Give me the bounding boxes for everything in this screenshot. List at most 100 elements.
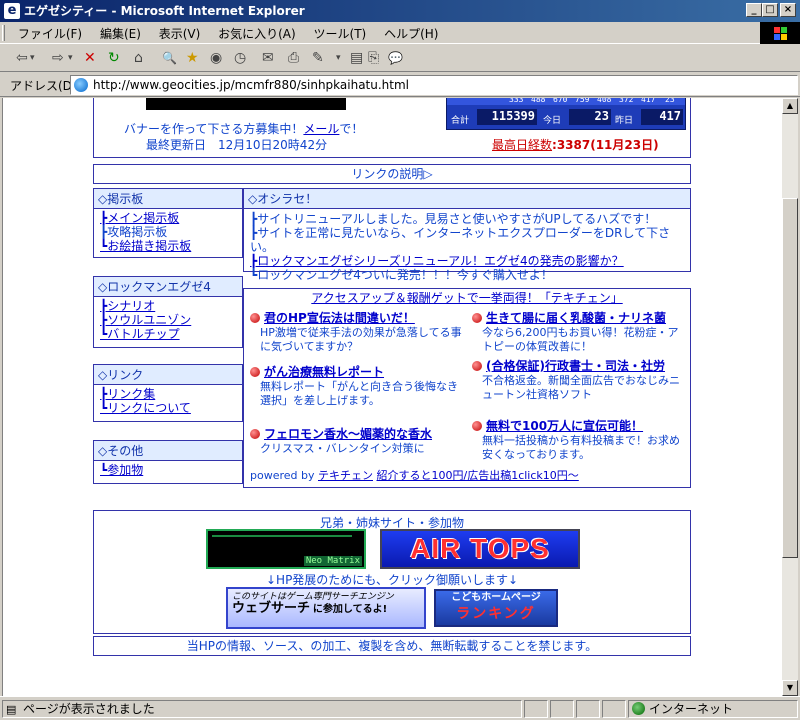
menu-view[interactable]: 表示(V) <box>152 22 208 45</box>
bbs-item-drawing-label: ┗お絵描き掲示板 <box>100 239 192 253</box>
air-tops-label: AIR TOPS <box>410 533 550 564</box>
links-item-about-label: ┗リンクについて <box>100 401 191 415</box>
access-counter: 333 488 670 759 408 372 417 23 合計 115399… <box>446 98 686 130</box>
other-box: ◇その他 ┗参加物 <box>93 440 243 484</box>
refresh-icon[interactable]: ↻ <box>108 48 120 68</box>
exe4-item-soul-unison[interactable]: ┣ソウルユニゾン <box>100 313 236 327</box>
back-icon[interactable]: ⇦ <box>16 48 28 68</box>
menu-favorites[interactable]: お気に入り(A) <box>211 22 303 45</box>
discuss-icon[interactable]: 💬 <box>388 48 403 68</box>
ad-desc: HP激増で従来手法の効果が急落してる事に気づいてますか？ <box>260 326 462 353</box>
vertical-scrollbar[interactable]: ▲ ▼ <box>782 98 798 696</box>
link-desc-bar[interactable]: リンクの説明▷ <box>93 164 691 184</box>
scroll-down-icon[interactable]: ▼ <box>782 680 798 696</box>
title-bar: e エゲゼシティー - Microsoft Internet Explorer … <box>0 0 800 22</box>
bbs-box: ◇掲示板 ┣メイン掲示板 ┣攻略掲示板 ┗お絵描き掲示板 <box>93 188 243 258</box>
counter-graph-row: 333 488 670 759 408 372 417 23 <box>447 98 685 105</box>
news-box: ◇オシラセ！ ┣サイトリニューアルしました。見易さと使いやすさがUPしてるハズで… <box>243 188 691 282</box>
minimize-button[interactable]: _ <box>746 3 762 17</box>
sister-sites-box: 兄弟・姉妹サイト・参加物 Neo Matrix AIR TOPS ↓HP発展のた… <box>93 510 691 634</box>
neo-matrix-banner[interactable]: Neo Matrix <box>206 529 366 569</box>
websearch-line2: ウェブサーチ <box>232 601 311 616</box>
menu-edit[interactable]: 編集(E) <box>93 22 148 45</box>
maximize-button[interactable]: □ <box>762 3 778 17</box>
address-input[interactable]: http://www.geocities.jp/mcmfr880/sinhpka… <box>70 75 798 95</box>
counter-day-6: 372 <box>619 98 634 104</box>
edit-icon[interactable]: ✎ <box>312 48 324 68</box>
status-bar: ▤ ページが表示されました インターネット <box>0 696 800 720</box>
home-icon[interactable]: ⌂ <box>134 48 143 68</box>
total-value: 115399 <box>477 109 537 125</box>
history-icon[interactable]: ◷ <box>234 48 246 68</box>
matrix-line <box>212 535 352 537</box>
research-icon[interactable]: ⎘ <box>368 48 379 68</box>
today-label: 今日 <box>543 116 562 126</box>
websearch-banner[interactable]: このサイトはゲーム専門サーチエンジン ウェブサーチ に参加してるよ! <box>226 587 426 629</box>
ad-title: (合格保証)行政書士・司法・社労 <box>486 359 665 373</box>
other-item-participation[interactable]: ┗参加物 <box>100 463 236 477</box>
exe4-item-scenario[interactable]: ┣シナリオ <box>100 299 236 313</box>
ad-item[interactable]: 生きて腸に届く乳酸菌・ナリネ菌 今なら6,200円もお買い得！花粉症・アトピーの… <box>472 309 686 354</box>
news-item[interactable]: ┣ロックマンエグゼシリーズリニューアル！エグゼ4の発売の影響か？ <box>250 254 684 268</box>
scroll-up-icon[interactable]: ▲ <box>782 98 798 114</box>
address-url: http://www.geocities.jp/mcmfr880/sinhpka… <box>93 78 410 92</box>
mail-icon[interactable]: ✉ <box>262 48 274 68</box>
document-icon[interactable]: ▤ <box>350 48 363 68</box>
stop-icon[interactable]: ✕ <box>84 48 96 68</box>
ads-powered: powered by テキチェン 紹介すると100円/広告出稿1click10円… <box>250 467 579 483</box>
bbs-item-strategy[interactable]: ┣攻略掲示板 <box>100 225 236 239</box>
bbs-item-main[interactable]: ┣メイン掲示板 <box>100 211 236 225</box>
yesterday-label: 昨日 <box>615 116 634 126</box>
counter-day-8: 23 <box>665 98 675 104</box>
ie-logo-icon: e <box>4 3 20 19</box>
powered-link[interactable]: テキチェン <box>318 469 373 482</box>
menu-help[interactable]: ヘルプ(H) <box>377 22 445 45</box>
status-cell-blank <box>602 700 626 718</box>
ad-title: がん治療無料レポート <box>264 365 385 379</box>
zone-text: インターネット <box>649 702 734 716</box>
globe-icon <box>632 702 645 715</box>
close-button[interactable]: × <box>780 3 796 17</box>
ad-item[interactable]: 君のHP宣伝法は間違いだ！ HP激増で従来手法の効果が急落してる事に気づいてます… <box>250 309 462 354</box>
exe4-item-battle-chip[interactable]: ┗バトルチップ <box>100 327 236 341</box>
ads-header-label: アクセスアップ＆報酬ゲットで一挙両得！「テキチェン」 <box>311 291 623 305</box>
ads-header[interactable]: アクセスアップ＆報酬ゲットで一挙両得！「テキチェン」 <box>244 289 690 307</box>
media-icon[interactable]: ◉ <box>210 48 222 68</box>
ad-item[interactable]: フェロモン香水～媚薬的な香水 クリスマス・バレンタイン対策に <box>250 425 468 456</box>
news-item: ┣サイトリニューアルしました。見易さと使いやすさがUPしてるハズです！ <box>250 212 657 226</box>
bbs-item-drawing[interactable]: ┗お絵描き掲示板 <box>100 239 236 253</box>
back-dropdown-icon[interactable]: ▾ <box>30 48 35 68</box>
copyright-text: 当HPの情報、ソース、の加工、複製を含め、無断転載することを禁じます。 <box>187 639 597 653</box>
favorites-icon[interactable]: ★ <box>186 48 199 68</box>
total-label: 合計 <box>451 116 470 126</box>
kids-line2: ランキング <box>456 606 536 622</box>
links-item-collection[interactable]: ┣リンク集 <box>100 387 236 401</box>
menu-file[interactable]: ファイル(F) <box>11 22 89 45</box>
news-item-label: ┣サイトを正常に見たいなら、インターネットエクスプローダーをDRして下さい。 <box>250 226 671 254</box>
search-icon[interactable]: 🔍 <box>162 48 177 68</box>
bullet-icon <box>250 367 260 377</box>
edit-dropdown-icon[interactable]: ▾ <box>336 48 341 68</box>
status-cell-blank <box>524 700 548 718</box>
print-icon[interactable]: ⎙ <box>288 48 299 68</box>
forward-icon[interactable]: ⇨ <box>52 48 64 68</box>
powered-suffix-link[interactable]: 紹介すると100円/広告出稿1click10円～ <box>377 469 579 482</box>
ad-item[interactable]: (合格保証)行政書士・司法・社労 不合格返金。新聞全面広告でおなじみニュートン社… <box>472 357 686 402</box>
windows-logo-icon <box>760 22 800 44</box>
forward-dropdown-icon[interactable]: ▾ <box>68 48 73 68</box>
news-item-label: ┣ロックマンエグゼシリーズリニューアル！エグゼ4の発売の影響か？ <box>250 254 624 268</box>
kids-ranking-banner[interactable]: こどもホームページ ランキング <box>434 589 558 627</box>
news-item[interactable]: ┣サイトを正常に見たいなら、インターネットエクスプローダーをDRして下さい。 <box>250 226 684 254</box>
status-text-cell: ▤ ページが表示されました <box>2 700 522 718</box>
yesterday-value: 417 <box>641 109 683 125</box>
banner-recruit-text: バナーを作って下さる方募集中！メールで！ <box>124 120 363 137</box>
menu-tools[interactable]: ツール(T) <box>307 22 374 45</box>
links-item-about[interactable]: ┗リンクについて <box>100 401 236 415</box>
site-banner[interactable] <box>146 98 346 110</box>
mail-link[interactable]: メール <box>303 122 339 136</box>
max-visits-link[interactable]: 最高日経数 <box>492 138 552 152</box>
ad-item[interactable]: 無料で100万人に宣伝可能！ 無料一括投稿から有料投稿まで！お求め安くなっており… <box>472 417 686 462</box>
scroll-thumb[interactable] <box>782 198 798 558</box>
air-tops-banner[interactable]: AIR TOPS <box>380 529 580 569</box>
ad-item[interactable]: がん治療無料レポート 無料レポート「がんと向き合う後悔なき選択」を差し上げます。 <box>250 363 462 408</box>
